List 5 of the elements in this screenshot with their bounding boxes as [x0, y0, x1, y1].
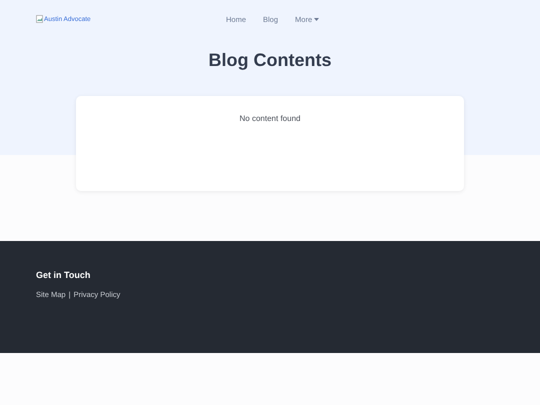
broken-image-icon: [36, 15, 43, 23]
empty-message: No content found: [240, 114, 300, 125]
footer-heading: Get in Touch: [36, 270, 92, 280]
page-title: Blog Contents: [208, 49, 332, 72]
caret-icon: [314, 18, 320, 20]
